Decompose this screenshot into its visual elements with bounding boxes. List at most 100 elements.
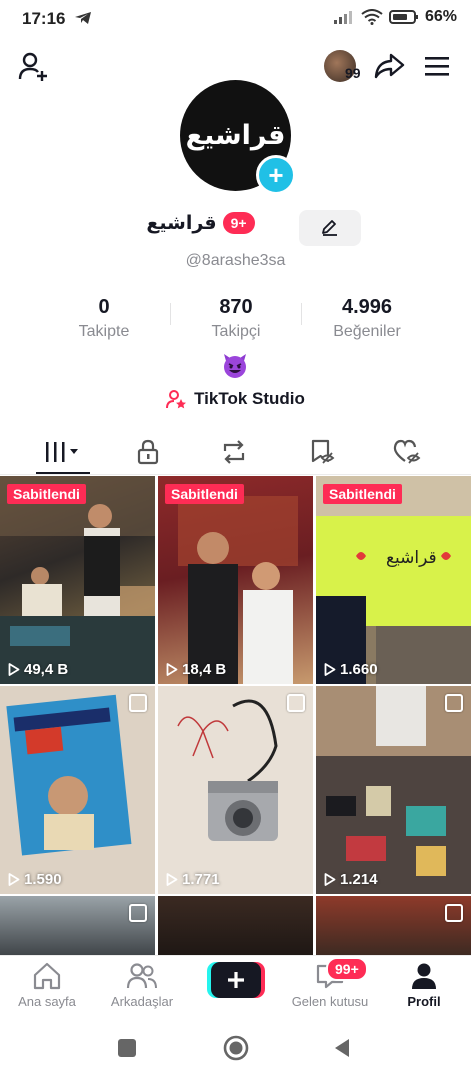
nav-profile[interactable]: Profil	[377, 962, 471, 1009]
pinned-badge: Sabitlendi	[165, 484, 244, 504]
sign-text: قراشيع	[386, 548, 437, 568]
profile-icon	[412, 963, 436, 989]
view-count-value: 1.771	[182, 871, 220, 888]
pencil-icon	[322, 220, 337, 236]
multi-photo-icon	[287, 694, 305, 712]
back-icon[interactable]	[332, 1037, 352, 1059]
nav-inbox-label: Gelen kutusu	[291, 994, 369, 1009]
video-thumbnail[interactable]	[0, 896, 155, 956]
video-thumbnail[interactable]: 1.590	[0, 686, 155, 894]
thumbnail-scene	[0, 686, 155, 894]
stat-followers[interactable]: 870 Takipçi	[176, 296, 296, 341]
nav-friends-label: Arkadaşlar	[110, 994, 174, 1009]
view-count: 49,4 B	[8, 661, 68, 678]
play-icon	[324, 873, 336, 886]
play-icon	[166, 873, 178, 886]
video-thumbnail[interactable]: Sabitlendi 18,4 B	[158, 476, 313, 684]
view-count-value: 18,4 B	[182, 661, 227, 678]
tab-reposts[interactable]	[204, 432, 264, 472]
stat-likes[interactable]: 4.996 Beğeniler	[307, 296, 427, 341]
view-count: 1.590	[8, 871, 62, 888]
devil-emoji-icon	[224, 354, 246, 378]
pinned-badge: Sabitlendi	[323, 484, 402, 504]
stat-following-label: Takipte	[78, 323, 130, 340]
display-name: قراشيع	[146, 212, 217, 234]
inbox-badge: 99+	[326, 957, 368, 981]
studio-label: TikTok Studio	[194, 389, 305, 408]
video-thumbnail[interactable]	[158, 896, 313, 956]
edit-profile-button[interactable]	[299, 210, 361, 246]
status-time: 17:16	[22, 9, 66, 28]
tiktok-studio-link[interactable]: TikTok Studio	[0, 389, 471, 409]
stat-following-value: 0	[98, 296, 110, 318]
pinned-badge: Sabitlendi	[7, 484, 86, 504]
tab-liked[interactable]	[377, 432, 437, 472]
thumbnail-scene	[177, 699, 278, 841]
play-icon	[8, 873, 20, 886]
recents-icon[interactable]	[118, 1039, 136, 1057]
stat-followers-value: 870	[219, 296, 253, 318]
stat-divider	[301, 303, 302, 325]
menu-icon[interactable]	[424, 55, 450, 77]
nav-friends[interactable]: Arkadaşlar	[95, 962, 189, 1009]
home-icon	[33, 962, 61, 990]
multi-photo-icon	[445, 904, 463, 922]
video-thumbnail[interactable]	[316, 896, 471, 956]
share-icon[interactable]	[373, 52, 405, 80]
nav-home[interactable]: Ana sayfa	[0, 962, 94, 1009]
thumbnail-scene	[316, 476, 471, 684]
profile-name-row: قراشيع 9+	[0, 212, 471, 234]
stat-likes-label: Beğeniler	[333, 323, 401, 340]
telegram-icon	[75, 12, 91, 24]
tab-private[interactable]	[118, 432, 178, 472]
stat-divider	[170, 303, 171, 325]
add-avatar-button[interactable]: +	[256, 155, 296, 195]
heart-hidden-icon	[393, 439, 421, 464]
friends-icon	[126, 963, 157, 989]
videos-grid-icon	[46, 442, 78, 462]
multi-photo-icon	[129, 694, 147, 712]
add-friend-icon[interactable]	[18, 52, 50, 82]
video-thumbnail[interactable]: Sabitlendi 49,4 B	[0, 476, 155, 684]
view-count-value: 1.660	[340, 661, 378, 678]
studio-icon	[166, 390, 187, 409]
view-count-value: 49,4 B	[24, 661, 69, 678]
play-icon	[8, 663, 20, 676]
repost-icon	[223, 440, 245, 464]
play-icon	[324, 663, 336, 676]
username: @8arashe3sa	[185, 252, 286, 269]
view-count: 1.771	[166, 871, 220, 888]
create-button[interactable]	[207, 962, 265, 998]
view-count-value: 1.214	[340, 871, 378, 888]
nav-profile-label: Profil	[407, 994, 441, 1009]
thumbnail-scene	[0, 476, 155, 684]
play-icon	[166, 663, 178, 676]
battery-percent: 66%	[424, 8, 457, 25]
name-badge[interactable]: 9+	[222, 212, 255, 234]
status-right: 66%	[333, 8, 457, 26]
view-count-value: 1.590	[24, 871, 62, 888]
view-count: 18,4 B	[166, 661, 226, 678]
status-bar: 17:16 66%	[0, 0, 471, 36]
tab-divider	[0, 474, 471, 475]
profile-tabs	[0, 432, 471, 472]
lock-icon	[137, 439, 159, 465]
video-thumbnail[interactable]: 1.214	[316, 686, 471, 894]
video-thumbnail[interactable]: 1.771	[158, 686, 313, 894]
view-count: 1.214	[324, 871, 378, 888]
battery-icon	[388, 10, 418, 24]
home-circle-icon[interactable]	[223, 1035, 249, 1061]
bookmark-hidden-icon	[311, 439, 335, 464]
stat-likes-value: 4.996	[341, 296, 393, 318]
view-count: 1.660	[324, 661, 378, 678]
system-nav-bar	[0, 1016, 471, 1080]
tab-favorites[interactable]	[292, 432, 352, 472]
video-thumbnail[interactable]: قراشيع Sabitlendi 1.660	[316, 476, 471, 684]
multi-photo-icon	[445, 694, 463, 712]
stat-following[interactable]: 0 Takipte	[44, 296, 164, 341]
signal-icon	[333, 11, 352, 24]
multi-photo-icon	[129, 904, 147, 922]
nav-home-label: Ana sayfa	[18, 994, 76, 1009]
wifi-icon	[361, 9, 383, 25]
tab-videos[interactable]	[33, 432, 93, 472]
